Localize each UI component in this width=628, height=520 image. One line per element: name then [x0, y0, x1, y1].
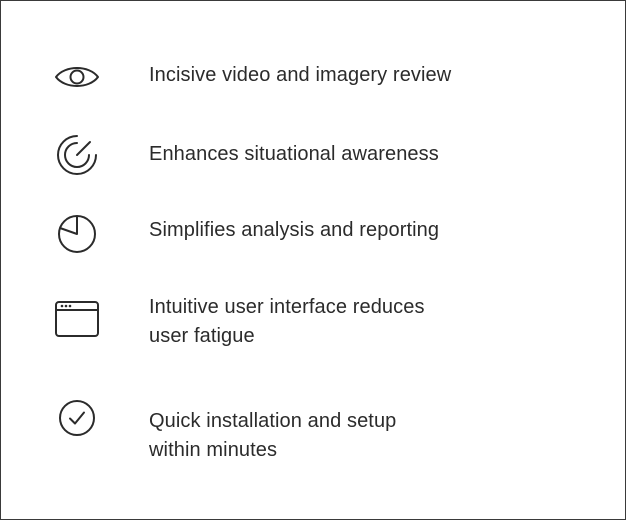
feature-label: Simplifies analysis and reporting [149, 219, 440, 241]
checkmark-circle-icon [52, 393, 102, 443]
feature-label: Enhances situational awareness [149, 143, 439, 165]
browser-window-icon [52, 294, 102, 344]
feature-label: Intuitive user interface reduces user fa… [149, 296, 425, 347]
feature-label: Quick installation and setup within minu… [149, 410, 397, 461]
features-card: Incisive video and imagery review Enhanc… [0, 0, 626, 520]
feature-label: Incisive video and imagery review [149, 64, 452, 86]
pie-chart-icon [52, 208, 102, 258]
eye-icon [52, 52, 102, 102]
radar-target-icon [52, 130, 102, 180]
